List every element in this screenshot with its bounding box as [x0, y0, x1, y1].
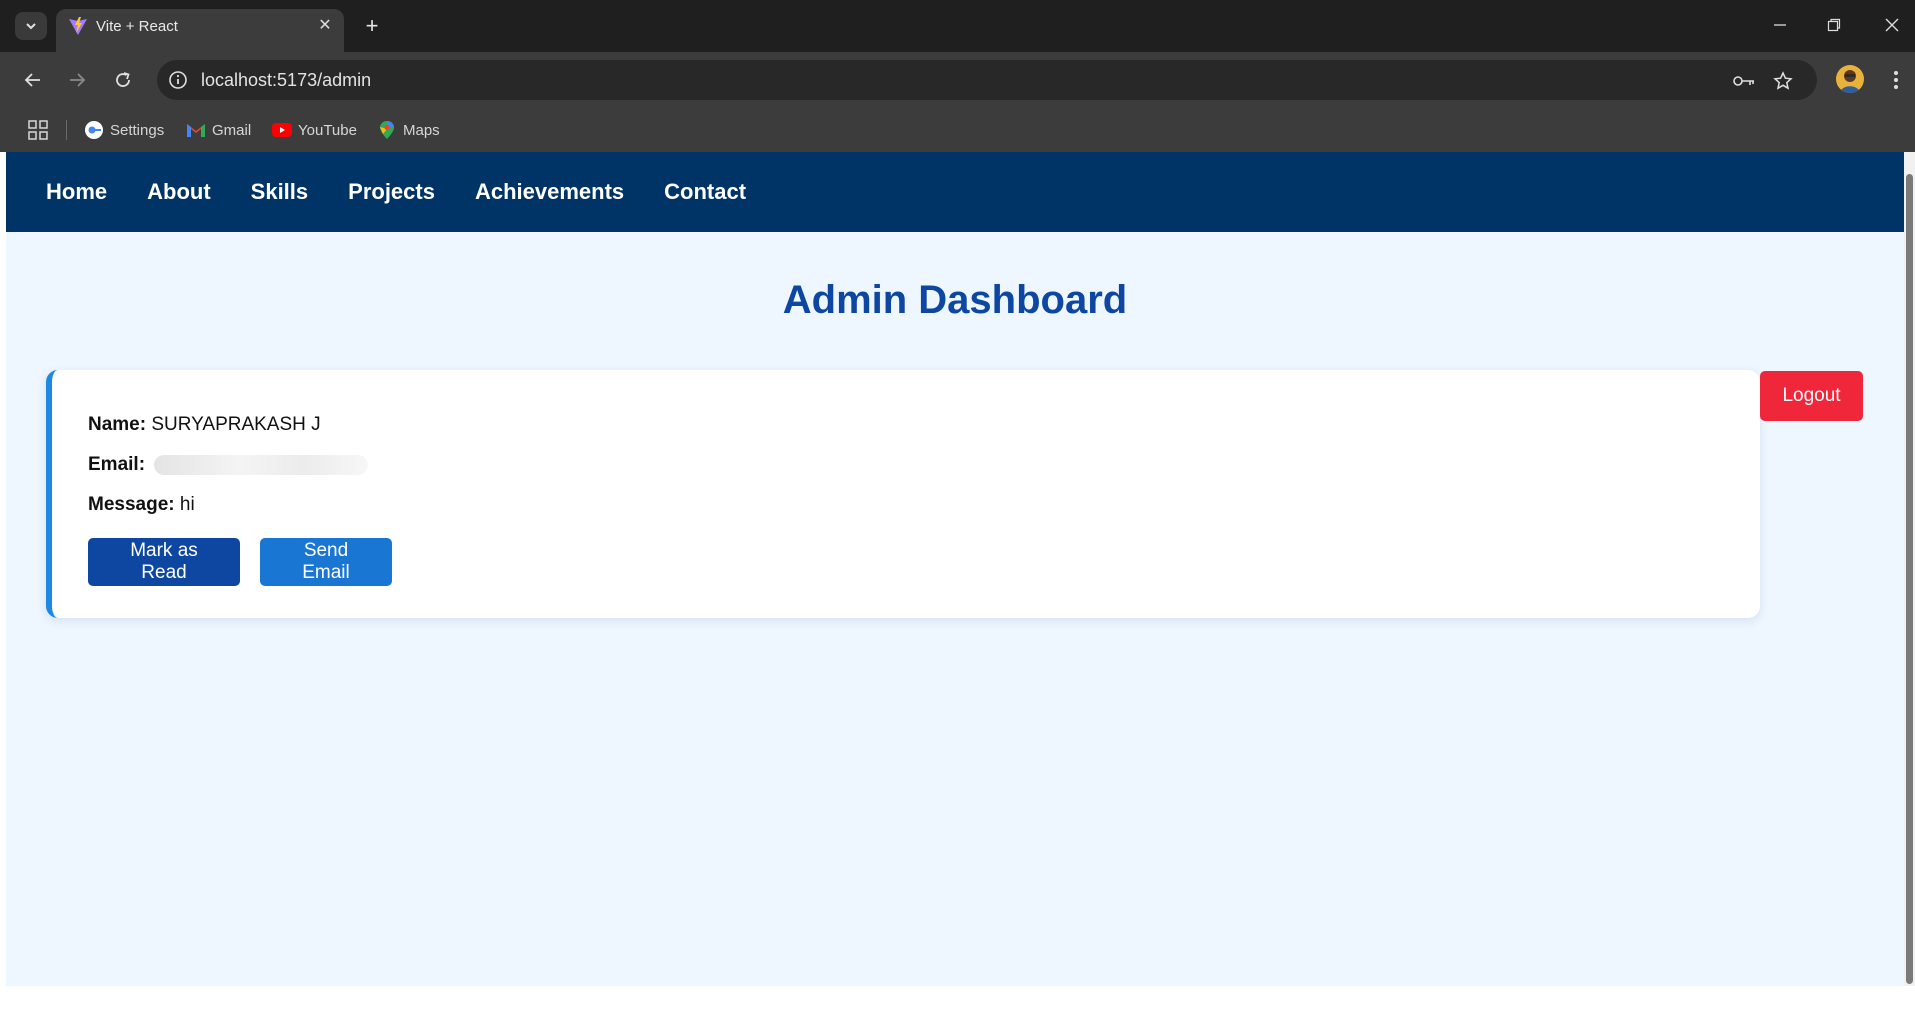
- nav-home[interactable]: Home: [46, 179, 107, 205]
- name-label: Name:: [88, 414, 147, 435]
- vite-icon: [69, 17, 87, 35]
- reload-icon[interactable]: [109, 66, 137, 94]
- message-card: Name: SURYAPRAKASH J Email: Message: hi …: [46, 370, 1760, 618]
- gmail-icon: [186, 120, 206, 140]
- bookmark-youtube[interactable]: YouTube: [272, 116, 357, 144]
- message-row: Message: hi: [88, 494, 195, 516]
- email-value-redacted: [154, 454, 369, 475]
- tab-title: Vite + React: [96, 18, 178, 35]
- url-text: localhost:5173/admin: [201, 70, 372, 90]
- browser-window: Vite + React ✕ + localhost:5173/admin Se…: [0, 0, 1915, 1011]
- logout-button[interactable]: Logout: [1760, 371, 1863, 421]
- bookmark-star-icon[interactable]: [1771, 69, 1795, 93]
- site-navbar: Home About Skills Projects Achievements …: [6, 152, 1904, 232]
- youtube-icon: [272, 120, 292, 140]
- restore-icon[interactable]: [1818, 12, 1850, 38]
- active-tab[interactable]: Vite + React ✕: [56, 9, 344, 52]
- forward-icon[interactable]: [63, 66, 91, 94]
- send-email-button[interactable]: Send Email: [260, 538, 392, 586]
- nav-about[interactable]: About: [147, 179, 211, 205]
- bookmarks-bar: Settings Gmail YouTube Maps: [0, 108, 1915, 152]
- address-bar[interactable]: localhost:5173/admin: [157, 60, 1817, 100]
- chevron-down-icon: [26, 23, 36, 30]
- close-tab-icon[interactable]: ✕: [314, 14, 336, 36]
- bookmark-label: Maps: [403, 121, 440, 139]
- bookmark-gmail[interactable]: Gmail: [186, 116, 251, 144]
- nav-skills[interactable]: Skills: [251, 179, 308, 205]
- site-info-icon[interactable]: [167, 69, 189, 91]
- maps-icon: [377, 120, 397, 140]
- bookmark-maps[interactable]: Maps: [377, 116, 440, 144]
- minimize-icon[interactable]: [1764, 12, 1796, 38]
- tab-bar: Vite + React ✕ +: [0, 0, 1915, 52]
- apps-grid-icon[interactable]: [26, 118, 50, 142]
- window-bottom-edge: [0, 986, 1915, 1011]
- email-row: Email:: [88, 454, 369, 476]
- nav-contact[interactable]: Contact: [664, 179, 746, 205]
- menu-icon[interactable]: [1882, 66, 1910, 94]
- page-scrollbar[interactable]: [1904, 152, 1915, 986]
- mark-as-read-button[interactable]: Mark as Read: [88, 538, 240, 586]
- settings-icon: [84, 120, 104, 140]
- message-label: Message:: [88, 494, 175, 515]
- page-viewport: Home About Skills Projects Achievements …: [6, 152, 1904, 986]
- nav-achievements[interactable]: Achievements: [475, 179, 624, 205]
- browser-toolbar: localhost:5173/admin: [0, 52, 1915, 108]
- name-row: Name: SURYAPRAKASH J: [88, 414, 321, 436]
- email-label: Email:: [88, 454, 146, 475]
- password-key-icon[interactable]: [1732, 69, 1756, 93]
- new-tab-icon[interactable]: +: [358, 12, 386, 40]
- bookmark-separator: [66, 120, 67, 140]
- scrollbar-thumb[interactable]: [1906, 174, 1913, 984]
- bookmark-settings[interactable]: Settings: [84, 116, 164, 144]
- bookmark-label: Settings: [110, 121, 165, 139]
- back-icon[interactable]: [19, 66, 47, 94]
- message-value: hi: [179, 494, 195, 515]
- close-window-icon[interactable]: [1876, 12, 1908, 38]
- bookmark-label: Gmail: [212, 121, 252, 139]
- profile-avatar[interactable]: [1836, 65, 1864, 93]
- bookmark-label: YouTube: [298, 121, 357, 139]
- nav-projects[interactable]: Projects: [348, 179, 435, 205]
- page-title: Admin Dashboard: [782, 278, 1128, 322]
- name-value: SURYAPRAKASH J: [151, 414, 321, 435]
- tab-search-button[interactable]: [15, 12, 47, 40]
